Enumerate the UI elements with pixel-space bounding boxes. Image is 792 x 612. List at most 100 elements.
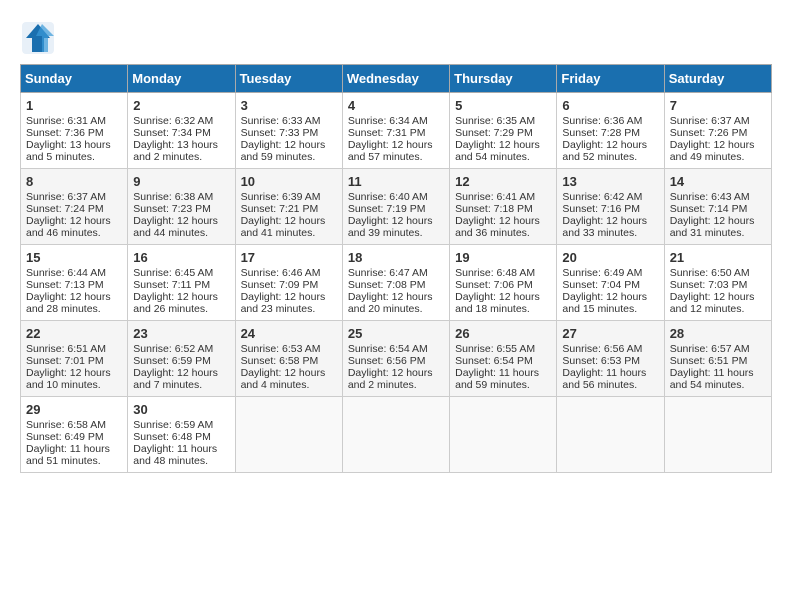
calendar-week-4: 22Sunrise: 6:51 AMSunset: 7:01 PMDayligh…: [21, 321, 772, 397]
day-number: 4: [348, 98, 444, 113]
day-number: 1: [26, 98, 122, 113]
day-detail: and 26 minutes.: [133, 303, 229, 315]
day-detail: Sunset: 7:08 PM: [348, 279, 444, 291]
calendar-week-2: 8Sunrise: 6:37 AMSunset: 7:24 PMDaylight…: [21, 169, 772, 245]
day-number: 27: [562, 326, 658, 341]
day-detail: and 2 minutes.: [348, 379, 444, 391]
day-detail: Sunrise: 6:59 AM: [133, 419, 229, 431]
day-detail: Sunset: 7:11 PM: [133, 279, 229, 291]
day-detail: Sunrise: 6:35 AM: [455, 115, 551, 127]
day-detail: Sunset: 7:09 PM: [241, 279, 337, 291]
day-detail: and 49 minutes.: [670, 151, 766, 163]
day-number: 25: [348, 326, 444, 341]
day-detail: and 54 minutes.: [670, 379, 766, 391]
calendar-cell: 13Sunrise: 6:42 AMSunset: 7:16 PMDayligh…: [557, 169, 664, 245]
day-detail: and 46 minutes.: [26, 227, 122, 239]
calendar-cell: 30Sunrise: 6:59 AMSunset: 6:48 PMDayligh…: [128, 397, 235, 473]
day-detail: Sunset: 6:49 PM: [26, 431, 122, 443]
day-detail: Sunset: 7:23 PM: [133, 203, 229, 215]
day-detail: Sunset: 7:33 PM: [241, 127, 337, 139]
calendar-cell: 25Sunrise: 6:54 AMSunset: 6:56 PMDayligh…: [342, 321, 449, 397]
calendar-cell: 28Sunrise: 6:57 AMSunset: 6:51 PMDayligh…: [664, 321, 771, 397]
day-detail: Daylight: 12 hours: [670, 139, 766, 151]
day-number: 21: [670, 250, 766, 265]
col-header-sunday: Sunday: [21, 65, 128, 93]
day-detail: Daylight: 12 hours: [455, 139, 551, 151]
day-detail: Daylight: 12 hours: [133, 215, 229, 227]
day-detail: and 52 minutes.: [562, 151, 658, 163]
calendar-week-3: 15Sunrise: 6:44 AMSunset: 7:13 PMDayligh…: [21, 245, 772, 321]
day-detail: and 7 minutes.: [133, 379, 229, 391]
day-detail: Daylight: 12 hours: [241, 139, 337, 151]
day-detail: Sunset: 7:01 PM: [26, 355, 122, 367]
day-detail: and 39 minutes.: [348, 227, 444, 239]
day-detail: Sunrise: 6:50 AM: [670, 267, 766, 279]
calendar-cell: 16 Sunrise: 6:45 AMSunset: 7:11 PMDayligh…: [128, 245, 235, 321]
day-detail: and 28 minutes.: [26, 303, 122, 315]
day-detail: and 41 minutes.: [241, 227, 337, 239]
calendar-cell: 10Sunrise: 6:39 AMSunset: 7:21 PMDayligh…: [235, 169, 342, 245]
day-number: 2: [133, 98, 229, 113]
day-detail: Sunset: 7:16 PM: [562, 203, 658, 215]
col-header-wednesday: Wednesday: [342, 65, 449, 93]
calendar-cell: 14Sunrise: 6:43 AMSunset: 7:14 PMDayligh…: [664, 169, 771, 245]
col-header-saturday: Saturday: [664, 65, 771, 93]
day-detail: Sunset: 6:53 PM: [562, 355, 658, 367]
col-header-thursday: Thursday: [450, 65, 557, 93]
col-header-friday: Friday: [557, 65, 664, 93]
day-detail: Sunset: 6:59 PM: [133, 355, 229, 367]
day-detail: Daylight: 12 hours: [562, 215, 658, 227]
calendar-cell: [450, 397, 557, 473]
day-number: 8: [26, 174, 122, 189]
day-detail: and 44 minutes.: [133, 227, 229, 239]
calendar-cell: 20Sunrise: 6:49 AMSunset: 7:04 PMDayligh…: [557, 245, 664, 321]
day-number: 24: [241, 326, 337, 341]
day-detail: and 54 minutes.: [455, 151, 551, 163]
day-detail: Sunrise: 6:46 AM: [241, 267, 337, 279]
day-number: 13: [562, 174, 658, 189]
day-number: 15: [26, 250, 122, 265]
day-detail: Daylight: 12 hours: [133, 291, 229, 303]
day-number: 12: [455, 174, 551, 189]
calendar-cell: 8Sunrise: 6:37 AMSunset: 7:24 PMDaylight…: [21, 169, 128, 245]
day-number: 16: [133, 250, 229, 265]
day-detail: Sunrise: 6:36 AM: [562, 115, 658, 127]
calendar-cell: 26Sunrise: 6:55 AMSunset: 6:54 PMDayligh…: [450, 321, 557, 397]
day-detail: Sunset: 7:29 PM: [455, 127, 551, 139]
day-detail: and 20 minutes.: [348, 303, 444, 315]
day-number: 10: [241, 174, 337, 189]
page-header: [20, 20, 772, 56]
calendar-cell: 3Sunrise: 6:33 AMSunset: 7:33 PMDaylight…: [235, 93, 342, 169]
day-number: 28: [670, 326, 766, 341]
day-detail: Daylight: 12 hours: [241, 367, 337, 379]
day-detail: Sunrise: 6:48 AM: [455, 267, 551, 279]
day-detail: and 4 minutes.: [241, 379, 337, 391]
day-detail: Sunset: 7:24 PM: [26, 203, 122, 215]
calendar-cell: 23Sunrise: 6:52 AMSunset: 6:59 PMDayligh…: [128, 321, 235, 397]
day-detail: Daylight: 12 hours: [348, 215, 444, 227]
calendar-cell: 18Sunrise: 6:47 AMSunset: 7:08 PMDayligh…: [342, 245, 449, 321]
calendar-cell: 17Sunrise: 6:46 AMSunset: 7:09 PMDayligh…: [235, 245, 342, 321]
calendar-cell: [342, 397, 449, 473]
day-detail: Sunset: 6:51 PM: [670, 355, 766, 367]
day-detail: Sunrise: 6:55 AM: [455, 343, 551, 355]
day-detail: Sunset: 7:14 PM: [670, 203, 766, 215]
calendar-cell: 7Sunrise: 6:37 AMSunset: 7:26 PMDaylight…: [664, 93, 771, 169]
day-detail: Sunset: 7:31 PM: [348, 127, 444, 139]
day-detail: and 33 minutes.: [562, 227, 658, 239]
day-number: 11: [348, 174, 444, 189]
day-detail: Daylight: 11 hours: [133, 443, 229, 455]
day-detail: Sunrise: 6:32 AM: [133, 115, 229, 127]
day-number: 5: [455, 98, 551, 113]
day-detail: and 12 minutes.: [670, 303, 766, 315]
day-detail: Daylight: 12 hours: [455, 291, 551, 303]
day-detail: Sunset: 7:06 PM: [455, 279, 551, 291]
day-detail: Daylight: 12 hours: [26, 367, 122, 379]
logo-icon: [20, 20, 56, 56]
day-detail: Sunset: 7:19 PM: [348, 203, 444, 215]
day-detail: Sunrise: 6:45 AM: [133, 267, 229, 279]
day-detail: and 10 minutes.: [26, 379, 122, 391]
day-detail: Daylight: 12 hours: [348, 291, 444, 303]
day-detail: Sunset: 7:04 PM: [562, 279, 658, 291]
day-detail: Daylight: 12 hours: [455, 215, 551, 227]
